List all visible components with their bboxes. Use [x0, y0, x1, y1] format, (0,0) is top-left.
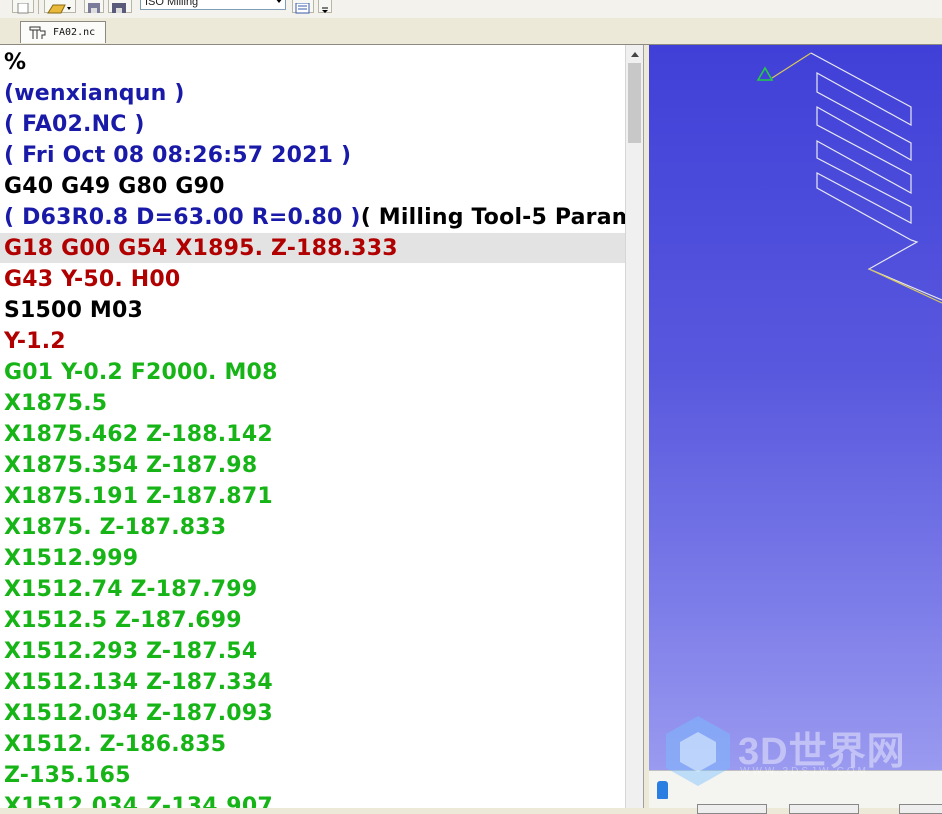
code-line[interactable]: S1500 M03 [4, 295, 143, 326]
machine-select-value: ISO Milling [145, 0, 199, 8]
code-line-text: G40 G49 G80 G90 [4, 174, 225, 199]
code-line-text: ( Fri Oct 08 08:26:57 2021 ) [4, 143, 352, 168]
milling-tool-icon [29, 26, 46, 39]
code-line[interactable]: X1512.293 Z-187.54 [4, 636, 257, 667]
properties-icon[interactable] [292, 0, 314, 14]
code-line[interactable]: X1512. Z-186.835 [4, 729, 226, 760]
status-button-1[interactable] [697, 804, 767, 814]
code-line[interactable]: ( D63R0.8 D=63.00 R=0.80 )( Milling Tool… [4, 202, 625, 233]
code-line-text: X1512.5 Z-187.699 [4, 608, 242, 633]
code-line-text: X1512.74 Z-187.799 [4, 577, 258, 602]
tab-bar: FA02.nc [0, 18, 942, 45]
simulation-slider-thumb[interactable] [657, 781, 668, 799]
code-line-text: X1875.191 Z-187.871 [4, 484, 273, 509]
code-line-text: X1875.462 Z-188.142 [4, 422, 273, 447]
toolbar-overflow-icon[interactable] [318, 0, 332, 13]
toolpath-drawing [756, 52, 942, 304]
code-line-text: X1875. Z-187.833 [4, 515, 227, 540]
rapid-move-exit [868, 268, 942, 304]
code-line[interactable]: X1512.034 Z-134.907 [4, 791, 273, 808]
code-line-text: X1875.5 [4, 391, 108, 416]
rapid-move-path [771, 52, 812, 79]
code-line-text: (wenxianqun ) [4, 81, 185, 106]
code-line-text: X1512.999 [4, 546, 139, 571]
code-line[interactable]: X1875.5 [4, 388, 107, 419]
viewport-status-bar [649, 770, 942, 814]
code-line[interactable]: G43 Y-50. H00 [4, 264, 180, 295]
code-line-text: X1512.293 Z-187.54 [4, 639, 258, 664]
code-line-text: G01 Y-0.2 F2000. M08 [4, 360, 278, 385]
code-line-text: Z-135.165 [4, 763, 131, 788]
code-line[interactable]: X1875.354 Z-187.98 [4, 450, 257, 481]
toolpath-zigzag [810, 52, 942, 301]
code-line[interactable]: X1512.034 Z-187.093 [4, 698, 273, 729]
code-line[interactable]: X1875.191 Z-187.871 [4, 481, 273, 512]
code-line[interactable]: ( Fri Oct 08 08:26:57 2021 ) [4, 140, 351, 171]
code-line-text: S1500 M03 [4, 298, 144, 323]
status-button-2[interactable] [789, 804, 859, 814]
save-icon[interactable] [84, 0, 104, 13]
code-line-text: X1512.034 Z-134.907 [4, 794, 273, 808]
code-line-text: X1875.354 Z-187.98 [4, 453, 258, 478]
code-line[interactable]: G40 G49 G80 G90 [4, 171, 225, 202]
code-line[interactable]: (wenxianqun ) [4, 78, 185, 109]
open-folder-icon[interactable] [44, 0, 76, 14]
code-line[interactable]: X1512.134 Z-187.334 [4, 667, 273, 698]
start-marker-icon [756, 66, 774, 81]
editor-vertical-scrollbar[interactable] [625, 45, 643, 808]
status-button-3[interactable] [899, 804, 942, 814]
scroll-up-icon[interactable] [626, 45, 643, 62]
chevron-down-icon[interactable] [275, 0, 283, 3]
code-line-text: Y-1.2 [4, 329, 66, 354]
code-line-text: ( D63R0.8 D=63.00 R=0.80 ) [4, 205, 361, 230]
new-file-icon[interactable] [12, 0, 34, 14]
code-line[interactable]: % [4, 47, 26, 78]
code-line[interactable]: Z-135.165 [4, 760, 131, 791]
toolpath-viewport[interactable] [649, 45, 942, 770]
code-line[interactable]: X1875.462 Z-188.142 [4, 419, 273, 450]
code-line[interactable]: Y-1.2 [4, 326, 66, 357]
scrollbar-thumb[interactable] [628, 63, 641, 143]
toolbar-separator [38, 0, 39, 14]
save-all-icon[interactable] [108, 0, 132, 13]
code-line[interactable]: X1512.74 Z-187.799 [4, 574, 257, 605]
code-line[interactable]: X1512.5 Z-187.699 [4, 605, 242, 636]
toolbar: ISO Milling [0, 0, 942, 19]
code-line-text: % [4, 50, 27, 75]
code-line[interactable]: ( FA02.NC ) [4, 109, 145, 140]
code-line-text: ( FA02.NC ) [4, 112, 145, 137]
code-line-text: G43 Y-50. H00 [4, 267, 181, 292]
code-line-text: X1512.034 Z-187.093 [4, 701, 273, 726]
tab-fa02-nc[interactable]: FA02.nc [20, 21, 106, 43]
code-line[interactable]: G01 Y-0.2 F2000. M08 [4, 357, 278, 388]
code-line[interactable]: X1875. Z-187.833 [4, 512, 226, 543]
nc-code-editor[interactable]: % (wenxianqun ) ( FA02.NC ) ( Fri Oct 08 08… [0, 45, 625, 808]
machine-select[interactable]: ISO Milling [140, 0, 286, 10]
code-line-text: G18 G00 G54 X1895. Z-188.333 [4, 236, 398, 261]
tab-label: FA02.nc [53, 27, 96, 38]
code-line-text: X1512.134 Z-187.334 [4, 670, 273, 695]
code-line[interactable]: G18 G00 G54 X1895. Z-188.333 [4, 233, 398, 264]
code-line-text: X1512. Z-186.835 [4, 732, 227, 757]
code-line-comment: ( Milling Tool-5 Parame [360, 205, 625, 230]
code-line[interactable]: X1512.999 [4, 543, 138, 574]
